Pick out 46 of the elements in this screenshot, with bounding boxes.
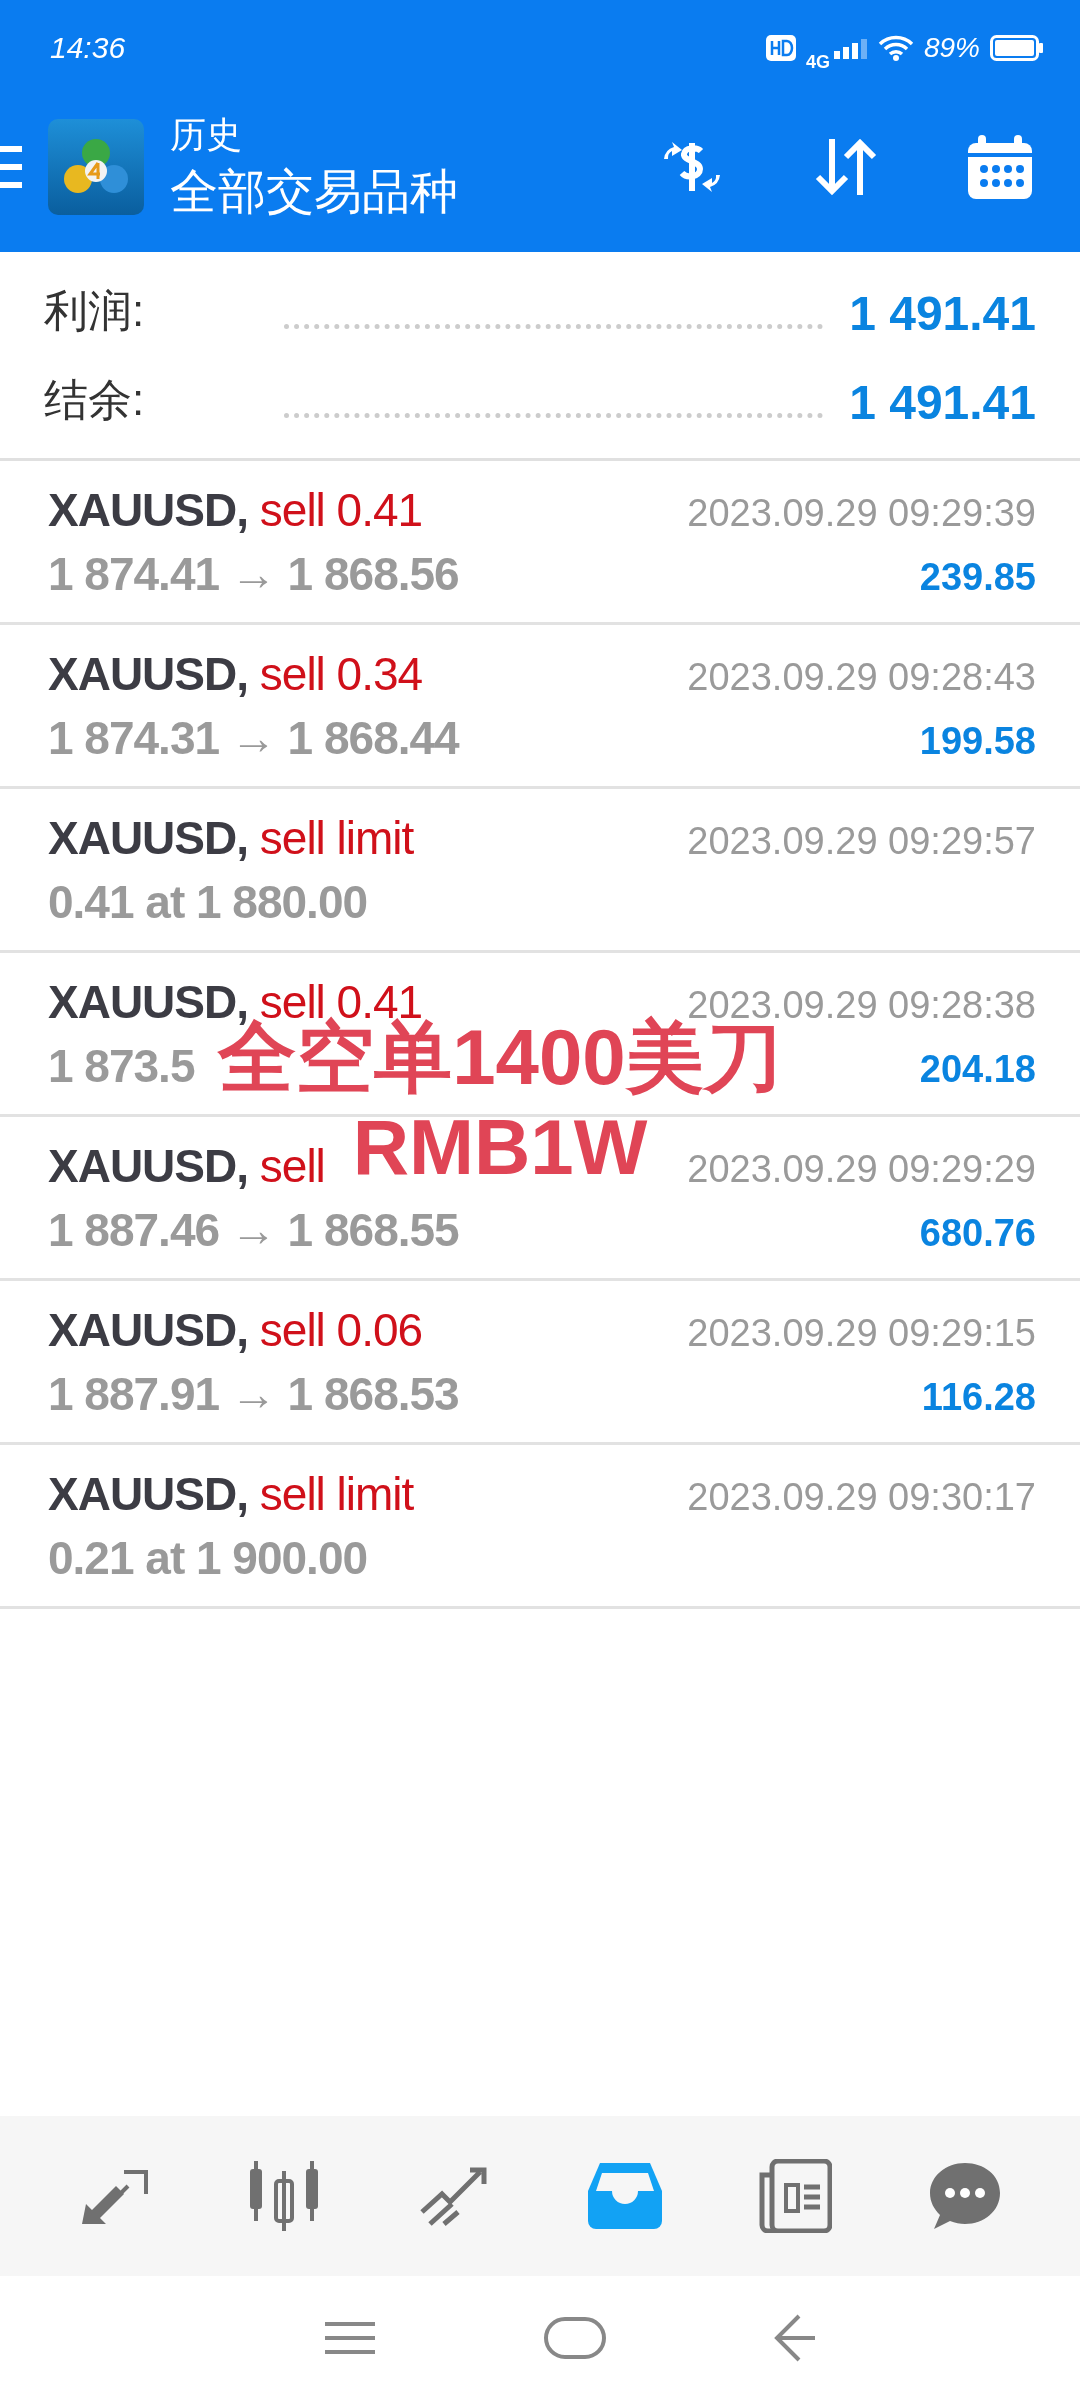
signal-icon [833, 37, 868, 59]
deal-prices: 1 874.31 → 1 868.44 [48, 710, 459, 765]
battery-percent: 89% [923, 32, 980, 64]
recent-apps-icon[interactable] [323, 2320, 377, 2356]
symbol-filter[interactable]: 全部交易品种 [170, 159, 458, 224]
battery-icon [990, 35, 1044, 61]
deal-prices: 1 887.46 → 1 868.55 [48, 1202, 459, 1257]
deal-prices: 1 887.91 → 1 868.53 [48, 1366, 459, 1421]
deal-profit: 116.28 [921, 1375, 1036, 1419]
deal-title: XAUUSD, sell limit [48, 1466, 414, 1521]
app-logo-icon [48, 119, 144, 215]
menu-icon[interactable] [0, 145, 22, 189]
newspaper-icon[interactable] [758, 2159, 832, 2233]
back-icon[interactable] [773, 2313, 817, 2363]
deal-time: 2023.09.29 09:29:15 [687, 1311, 1036, 1355]
deal-title: XAUUSD, sell 0.06 [48, 1302, 423, 1357]
deal-prices: 1 874.41 → 1 868.56 [48, 546, 459, 601]
deal-title: XAUUSD, sell limit [48, 810, 414, 865]
status-time: 14:36 [50, 31, 126, 65]
deal-time: 2023.09.29 09:28:43 [687, 655, 1036, 699]
deal-profit: 199.58 [919, 719, 1036, 763]
summary-label: 利润: [44, 285, 146, 337]
overlay-caption: RMB1W [351, 1102, 649, 1193]
summary-label: 结余: [44, 374, 146, 426]
deal-title: XAUUSD, sell 0.41 [48, 482, 423, 537]
summary-value: 1 491.41 [849, 286, 1036, 341]
screen-title: 历史 [170, 112, 243, 157]
chat-bubble-icon[interactable] [928, 2161, 1002, 2231]
deal-title: XAUUSD, sell 0.34 [48, 646, 423, 701]
summary-value: 1 491.41 [849, 375, 1036, 430]
home-icon[interactable] [543, 2316, 607, 2360]
deal-time: 2023.09.29 09:30:17 [687, 1475, 1036, 1519]
network-type: 4G [805, 51, 830, 73]
deal-profit: 680.76 [919, 1211, 1036, 1255]
deal-prices: 0.41 at 1 880.00 [48, 874, 368, 929]
deal-time: 2023.09.29 09:29:39 [687, 491, 1036, 535]
hd-icon [765, 35, 796, 61]
deal-prices: 0.21 at 1 900.00 [48, 1530, 368, 1585]
deal-profit: 204.18 [919, 1047, 1036, 1091]
deal-time: 2023.09.29 09:29:29 [687, 1147, 1036, 1191]
deal-title: XAUUSD, sell [48, 1138, 325, 1193]
wifi-icon [877, 35, 914, 61]
deal-time: 2023.09.29 09:29:57 [687, 819, 1036, 863]
deal-prices: 1 873.5 [48, 1038, 195, 1093]
inbox-icon[interactable] [588, 2163, 662, 2229]
deal-profit: 239.85 [919, 555, 1036, 599]
